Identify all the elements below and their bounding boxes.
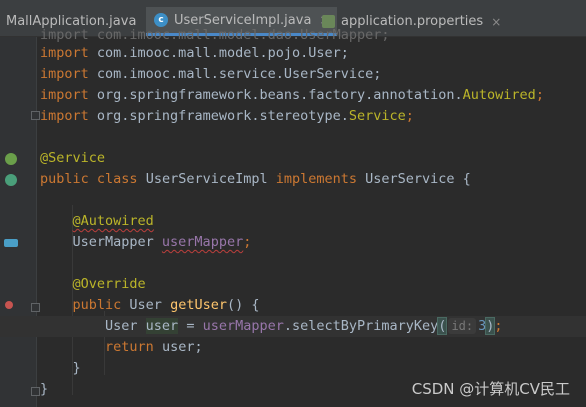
method-name: getUser [170,297,227,313]
code-line: @Autowired [40,211,154,232]
code-text: org.springframework.stereotype. [88,108,349,124]
keyword: import [40,66,89,82]
type-name: UserMapper [72,234,162,250]
autowired-navigate-icon[interactable] [4,239,18,247]
editor-gutter [0,37,40,407]
code-text: com.imooc.mall.service.UserService; [88,66,382,82]
keyword: implements [275,171,358,187]
code-line: public User getUser() { [40,295,260,316]
paren-open: ( [437,317,448,335]
operator: = [178,318,203,334]
code-line: import org.springframework.stereotype.Se… [40,106,414,127]
semicolon: ; [494,318,503,334]
keyword: class [96,171,138,187]
keyword: public [40,171,89,187]
annotation: @Autowired [72,213,154,229]
tab-bar-top [0,0,586,5]
semicolon: ; [243,234,252,250]
type-name: User [105,318,146,334]
semicolon: ; [535,87,544,103]
code-line: import com.imooc.mall.service.UserServic… [40,64,381,85]
annotation: @Override [72,276,146,292]
semicolon: ; [405,108,414,124]
code-text: user; [153,339,203,355]
code-line: @Service [40,148,105,169]
override-icon[interactable] [5,301,13,309]
code-text: UserService { [357,171,471,187]
field-name: userMapper [202,318,284,334]
fold-marker-icon[interactable] [31,387,40,396]
code-line: import com.imooc.mall.model.pojo.User; [40,43,349,64]
annotation: @Service [40,150,106,166]
close-icon[interactable]: × [491,15,501,29]
keyword: import [40,108,89,124]
method-call: .selectByPrimaryKey [283,318,439,334]
code-line: } [40,379,48,400]
code-line: import org.springframework.beans.factory… [40,85,544,106]
code-line: return user; [40,337,203,358]
type-name: User [121,297,171,313]
field-name: userMapper [161,234,244,250]
code-text: com.imooc.mall.model.pojo.User; [88,45,349,61]
code-editor[interactable]: import com.imooc.mall.model.dao.UserMapp… [0,27,586,407]
spring-bean-icon[interactable] [5,153,17,165]
code-line: } [40,358,81,379]
keyword: return [105,339,154,355]
annotation-class: Autowired [462,87,536,103]
keyword: import [40,87,89,103]
keyword: import [40,45,89,61]
class-name: UserServiceImpl [137,171,276,187]
watermark: CSDN @计算机CV民工 [411,380,570,398]
variable-name: user [145,318,179,334]
brace: } [40,381,49,397]
code-line: public class UserServiceImpl implements … [40,169,471,190]
code-line: @Override [40,274,146,295]
annotation-class: Service [348,108,406,124]
code-text: () { [226,297,260,313]
code-text: org.springframework.beans.factory.annota… [88,87,463,103]
brace: } [72,360,81,376]
code-line: UserMapper userMapper; [40,232,252,253]
implements-icon[interactable] [5,174,17,186]
fold-marker-icon[interactable] [31,111,40,120]
keyword: public [72,297,122,313]
parameter-hint: id: [448,318,477,334]
code-line-current[interactable]: User user = userMapper.selectByPrimaryKe… [40,316,503,337]
fold-marker-icon[interactable] [31,303,40,312]
